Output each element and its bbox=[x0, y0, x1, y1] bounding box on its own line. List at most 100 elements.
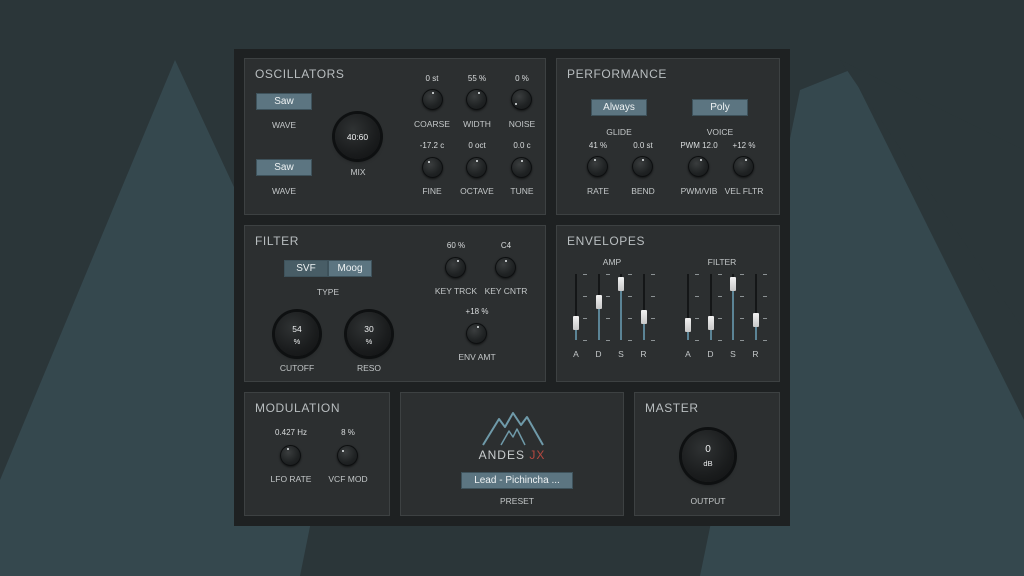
tune-knob[interactable] bbox=[511, 157, 532, 178]
glide-select[interactable]: Always bbox=[591, 99, 647, 116]
slider-tick bbox=[583, 318, 587, 319]
vcf-mod-knob[interactable] bbox=[337, 445, 358, 466]
brand-logo: ANDES JX bbox=[401, 448, 623, 462]
vel-fltr-value: +12 % bbox=[732, 141, 756, 150]
env-amt-label: ENV AMT bbox=[458, 352, 496, 362]
output-knob[interactable]: 0 dB bbox=[682, 430, 734, 482]
slider-tick bbox=[762, 296, 767, 297]
slider-tick bbox=[650, 318, 655, 319]
envelopes-title: ENVELOPES bbox=[567, 234, 646, 248]
slider-tick bbox=[740, 296, 744, 297]
amp-env-a-handle[interactable] bbox=[573, 315, 579, 330]
output-value: 0 bbox=[705, 444, 711, 455]
slider-tick bbox=[717, 318, 722, 319]
cutoff-unit: % bbox=[293, 337, 301, 346]
slider-tick bbox=[717, 296, 722, 297]
mix-value: 40:60 bbox=[346, 132, 369, 142]
bend-knob[interactable] bbox=[632, 156, 653, 177]
slider-tick bbox=[583, 296, 587, 297]
wave1-label: WAVE bbox=[271, 120, 297, 130]
slider-tick bbox=[695, 296, 699, 297]
slider-tick bbox=[762, 318, 767, 319]
filter-env-r-handle[interactable] bbox=[752, 313, 759, 327]
reso-label: RESO bbox=[356, 363, 382, 373]
mix-knob[interactable]: 40:60 bbox=[335, 114, 380, 159]
lfo-rate-label: LFO RATE bbox=[270, 474, 312, 484]
filter-type-svf[interactable]: SVF bbox=[284, 260, 328, 277]
filter-env-a-handle[interactable] bbox=[685, 318, 691, 333]
performance-panel: PERFORMANCE Always GLIDE Poly VOICE 41 %… bbox=[556, 58, 780, 215]
brand-suffix: JX bbox=[529, 448, 546, 462]
filter-env-r-label: R bbox=[752, 349, 759, 359]
tune-value: 0.0 c bbox=[513, 141, 531, 150]
output-unit: dB bbox=[703, 459, 713, 468]
amp-env-s-handle[interactable] bbox=[618, 276, 624, 291]
filter-type-label: TYPE bbox=[316, 287, 340, 297]
slider-tick bbox=[605, 296, 610, 297]
key-cntr-label: KEY CNTR bbox=[484, 286, 528, 296]
modulation-panel: MODULATION 0.427 Hz LFO RATE 8 % VCF MOD bbox=[244, 392, 390, 516]
amp-env-d-handle[interactable] bbox=[595, 294, 602, 309]
fine-knob[interactable] bbox=[422, 157, 443, 178]
filter-env-s-handle[interactable] bbox=[730, 276, 736, 291]
vel-fltr-knob[interactable] bbox=[733, 156, 754, 177]
slider-tick bbox=[605, 274, 610, 275]
performance-title: PERFORMANCE bbox=[567, 67, 667, 81]
slider-tick bbox=[740, 340, 744, 341]
slider-tick bbox=[695, 318, 699, 319]
slider-tick bbox=[717, 340, 722, 341]
vel-fltr-label: VEL FLTR bbox=[724, 186, 764, 196]
env-amt-knob[interactable] bbox=[466, 323, 487, 344]
slider-tick bbox=[762, 340, 767, 341]
wave2-select[interactable]: Saw bbox=[256, 159, 312, 176]
coarse-knob[interactable] bbox=[422, 89, 443, 110]
preset-select[interactable]: Lead - Pichincha ... bbox=[461, 472, 573, 489]
pwm-vib-knob[interactable] bbox=[688, 156, 709, 177]
octave-knob[interactable] bbox=[466, 157, 487, 178]
vcf-mod-value: 8 % bbox=[341, 428, 355, 437]
noise-label: NOISE bbox=[508, 119, 536, 129]
andes-mountain-logo-icon bbox=[482, 412, 544, 446]
key-cntr-knob[interactable] bbox=[495, 257, 516, 278]
synth-plugin-window: OSCILLATORS Saw WAVE Saw WAVE 40:60 MIX … bbox=[234, 49, 790, 526]
reso-knob[interactable]: 30 % bbox=[347, 312, 391, 356]
voice-select[interactable]: Poly bbox=[692, 99, 748, 116]
filter-type-moog[interactable]: Moog bbox=[328, 260, 372, 277]
filter-env-d-handle[interactable] bbox=[707, 315, 714, 330]
slider-tick bbox=[628, 274, 632, 275]
slider-tick bbox=[650, 296, 655, 297]
wave1-select[interactable]: Saw bbox=[256, 93, 312, 110]
cutoff-knob[interactable]: 54 % bbox=[275, 312, 319, 356]
preset-panel: ANDES JX Lead - Pichincha ... PRESET bbox=[400, 392, 624, 516]
mix-label: MIX bbox=[350, 167, 366, 177]
rate-knob[interactable] bbox=[587, 156, 608, 177]
slider-tick bbox=[717, 274, 722, 275]
slider-tick bbox=[583, 340, 587, 341]
slider-tick bbox=[628, 296, 632, 297]
modulation-title: MODULATION bbox=[255, 401, 341, 415]
envelopes-panel: ENVELOPES AMP FILTER ADSRADSR bbox=[556, 225, 780, 382]
amp-env-r-handle[interactable] bbox=[640, 310, 647, 325]
lfo-rate-knob[interactable] bbox=[280, 445, 301, 466]
vcf-mod-label: VCF MOD bbox=[328, 474, 368, 484]
filter-panel: FILTER SVF Moog TYPE 54 % CUTOFF 30 % RE… bbox=[244, 225, 546, 382]
key-trck-knob[interactable] bbox=[445, 257, 466, 278]
slider-tick bbox=[740, 318, 744, 319]
slider-tick bbox=[583, 274, 587, 275]
slider-tick bbox=[762, 274, 767, 275]
slider-tick bbox=[605, 340, 610, 341]
noise-value: 0 % bbox=[515, 74, 529, 83]
noise-knob[interactable] bbox=[511, 89, 532, 110]
bend-value: 0.0 st bbox=[633, 141, 653, 150]
preset-label: PRESET bbox=[499, 496, 534, 506]
width-knob[interactable] bbox=[466, 89, 487, 110]
reso-value: 30 bbox=[364, 324, 374, 334]
env-amt-value: +18 % bbox=[465, 307, 489, 316]
slider-tick bbox=[628, 340, 632, 341]
slider-tick bbox=[740, 274, 744, 275]
master-panel: MASTER 0 dB OUTPUT bbox=[634, 392, 780, 516]
slider-tick bbox=[650, 274, 655, 275]
output-label: OUTPUT bbox=[690, 496, 726, 506]
amp-env-label: AMP bbox=[602, 257, 622, 267]
voice-label: VOICE bbox=[706, 127, 734, 137]
